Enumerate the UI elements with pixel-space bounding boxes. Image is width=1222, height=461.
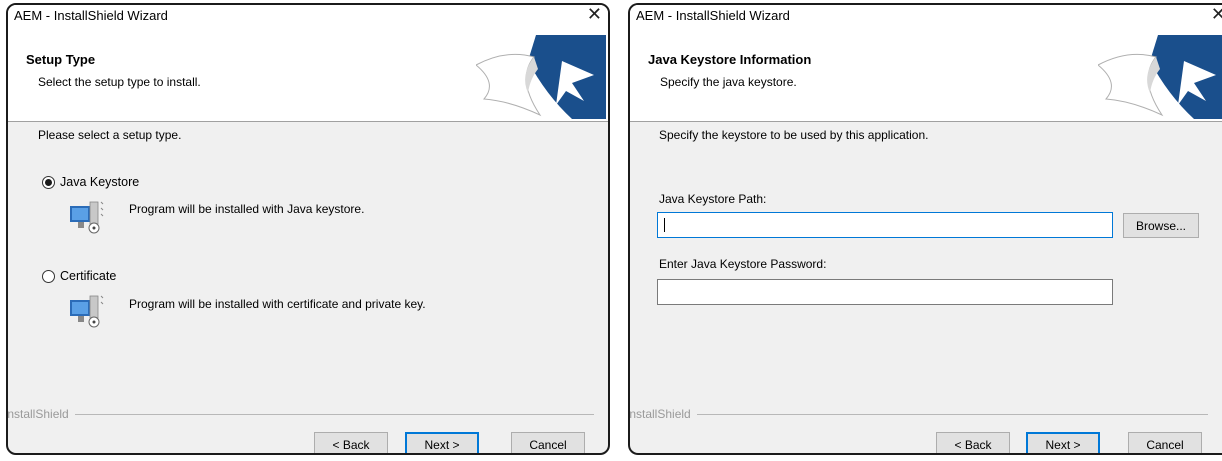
java-keystore-radio[interactable] (42, 175, 55, 189)
installshield-logo-icon (1098, 35, 1222, 119)
text-caret (664, 218, 665, 232)
branding-label: InstallShield (6, 407, 69, 421)
keystore-path-label: Java Keystore Path: (659, 192, 767, 206)
browse-button[interactable]: Browse... (1123, 213, 1199, 238)
installshield-branding: InstallShield (630, 407, 1208, 421)
back-button[interactable]: < Back (314, 432, 388, 453)
title-bar: AEM - InstallShield Wizard ✕ (630, 5, 1222, 31)
cancel-button[interactable]: Cancel (1128, 432, 1202, 453)
java-keystore-label: Java Keystore (60, 175, 140, 189)
keystore-password-label: Enter Java Keystore Password: (659, 257, 827, 271)
keystore-path-input[interactable] (657, 212, 1113, 238)
certificate-description: Program will be installed with certifica… (129, 297, 426, 311)
installshield-logo-icon (476, 35, 606, 119)
header-title: Java Keystore Information (648, 52, 812, 67)
next-button[interactable]: Next > (1026, 432, 1100, 453)
installshield-branding: InstallShield (8, 407, 594, 421)
computer-install-icon (70, 295, 104, 328)
dialog-header: Setup Type Select the setup type to inst… (8, 31, 608, 122)
dialog-header: Java Keystore Information Specify the ja… (630, 31, 1222, 122)
setup-prompt: Please select a setup type. (38, 128, 182, 142)
title-bar: AEM - InstallShield Wizard ✕ (8, 5, 608, 31)
certificate-label: Certificate (60, 269, 117, 283)
certificate-option[interactable]: Certificate (42, 269, 116, 283)
cancel-button[interactable]: Cancel (511, 432, 585, 453)
window-title: AEM - InstallShield Wizard (636, 8, 790, 23)
next-button[interactable]: Next > (405, 432, 479, 453)
computer-install-icon (70, 201, 104, 234)
branding-divider (74, 413, 594, 415)
close-icon[interactable]: ✕ (587, 5, 602, 26)
close-icon[interactable]: ✕ (1211, 5, 1222, 26)
keystore-prompt: Specify the keystore to be used by this … (659, 128, 929, 142)
java-keystore-option[interactable]: Java Keystore (42, 175, 139, 189)
back-button[interactable]: < Back (936, 432, 1010, 453)
certificate-radio[interactable] (42, 269, 55, 283)
window-title: AEM - InstallShield Wizard (14, 8, 168, 23)
header-subtitle: Specify the java keystore. (660, 75, 797, 89)
setup-type-dialog: AEM - InstallShield Wizard ✕ Setup Type … (6, 3, 610, 455)
java-keystore-description: Program will be installed with Java keys… (129, 202, 365, 216)
header-subtitle: Select the setup type to install. (38, 75, 201, 89)
branding-label: InstallShield (628, 407, 691, 421)
branding-divider (696, 413, 1208, 415)
java-keystore-dialog: AEM - InstallShield Wizard ✕ Java Keysto… (628, 3, 1222, 455)
keystore-password-input[interactable] (657, 279, 1113, 305)
header-title: Setup Type (26, 52, 96, 67)
